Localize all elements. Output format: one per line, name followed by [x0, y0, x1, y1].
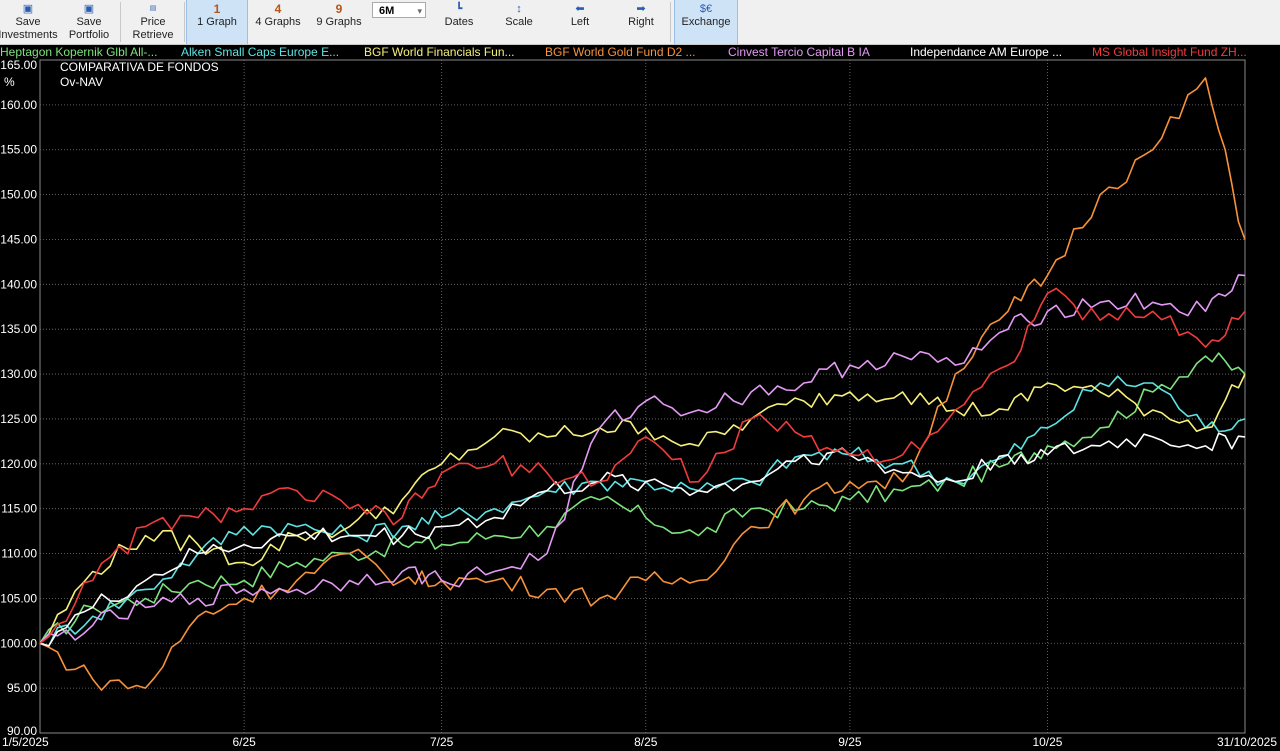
- series-line-5: [39, 432, 1246, 647]
- y-tick-label: 130.00: [0, 367, 37, 381]
- y-tick-label: 100.00: [0, 636, 37, 650]
- y-tick-label: 125.00: [0, 412, 37, 426]
- y-tick-label: 115.00: [1, 502, 37, 516]
- y-unit-label: %: [4, 75, 15, 89]
- x-tick-label: 1/5/2025: [2, 735, 49, 749]
- x-tick-label: 7/25: [430, 735, 454, 749]
- x-tick-label: 9/25: [838, 735, 862, 749]
- y-tick-label: 95.00: [7, 681, 37, 695]
- x-axis: 1/5/2025 6/25 7/25 8/25 9/25 10/25 31/10/2025: [2, 735, 1277, 749]
- y-tick-label: 105.00: [0, 591, 37, 605]
- y-tick-label: 150.00: [0, 188, 37, 202]
- series-line-6: [39, 287, 1246, 644]
- series-line-4: [39, 274, 1246, 644]
- chart-title: COMPARATIVA DE FONDOS: [60, 60, 219, 74]
- series-line-0: [39, 352, 1246, 644]
- x-tick-label: 6/25: [232, 735, 256, 749]
- y-tick-label: 120.00: [0, 457, 37, 471]
- y-tick-label: 110.00: [1, 547, 37, 561]
- x-tick-label: 31/10/2025: [1217, 735, 1277, 749]
- chart-grid: [39, 59, 1246, 734]
- chart-subtitle: Ov-NAV: [60, 75, 103, 89]
- y-axis: 165.00 160.00 155.00 150.00 145.00 140.00 135.…: [0, 58, 37, 738]
- y-tick-label: 165.00: [0, 58, 37, 72]
- y-tick-label: 135.00: [0, 322, 37, 336]
- y-tick-label: 140.00: [0, 277, 37, 291]
- y-tick-label: 145.00: [0, 232, 37, 246]
- y-tick-label: 155.00: [0, 143, 37, 157]
- x-tick-label: 8/25: [634, 735, 658, 749]
- line-chart: 165.00 160.00 155.00 150.00 145.00 140.00 135.…: [0, 58, 1277, 749]
- y-tick-label: 160.00: [0, 98, 37, 112]
- x-tick-label: 10/25: [1032, 735, 1062, 749]
- plot-frame: [39, 59, 1246, 734]
